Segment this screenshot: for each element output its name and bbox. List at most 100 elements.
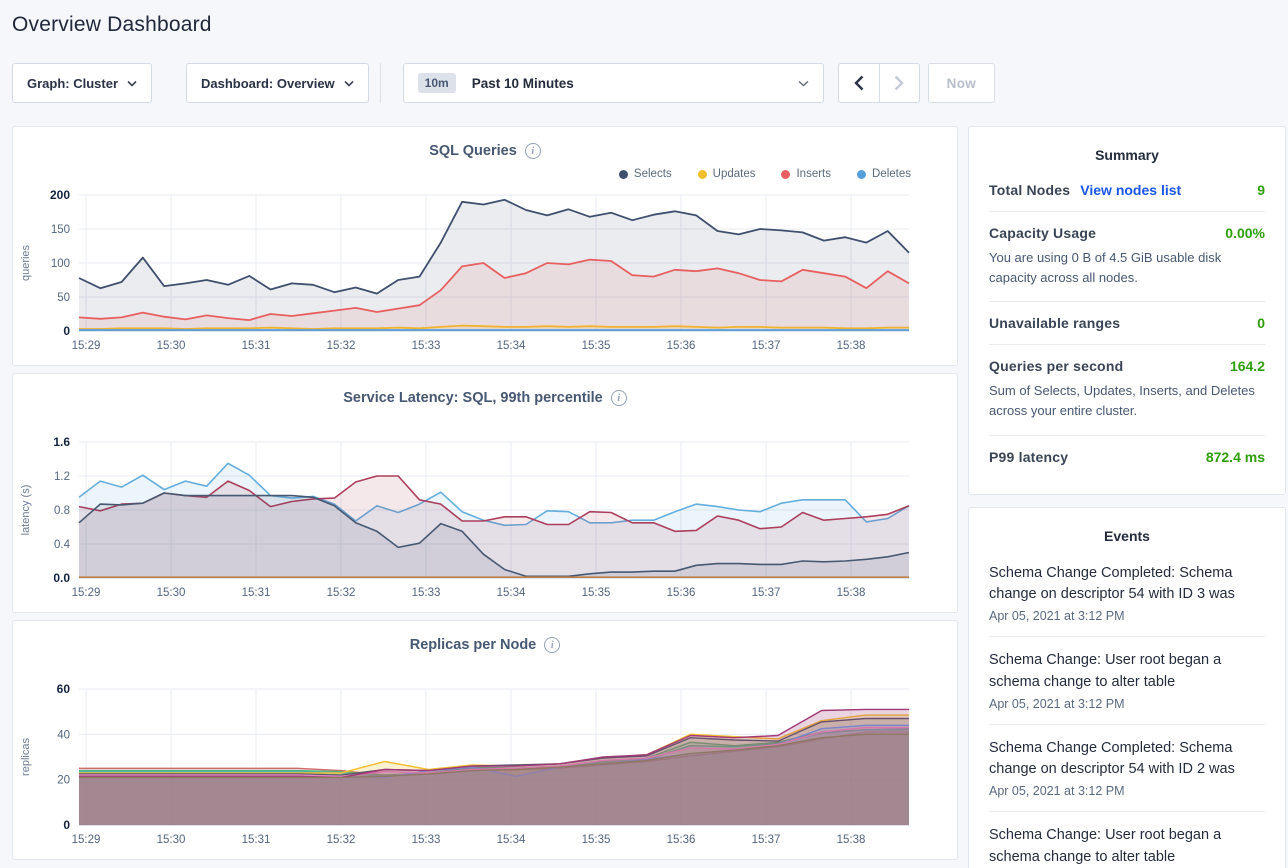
toolbar-divider (380, 63, 381, 103)
event-message[interactable]: Schema Change: User root began a schema … (989, 650, 1265, 694)
replicas-per-node-chart[interactable]: 020406015:2915:3015:3115:3215:3315:3415:… (13, 681, 957, 853)
legend-label: Selects (634, 168, 672, 180)
events-panel: Events Schema Change Completed: Schema c… (968, 507, 1286, 868)
service-latency-chart[interactable]: 0.00.40.81.21.615:2915:3015:3115:3215:33… (13, 434, 957, 606)
p99-latency-value: 872.4 ms (1206, 449, 1265, 465)
dashboard-dropdown[interactable]: Dashboard: Overview (186, 63, 369, 103)
replicas-per-node-chart-card: Replicas per Node i 020406015:2915:3015:… (12, 620, 958, 860)
chart-title: SQL Queries (429, 143, 517, 159)
now-button[interactable]: Now (928, 63, 995, 103)
svg-text:20: 20 (57, 775, 70, 787)
svg-text:15:38: 15:38 (837, 340, 866, 352)
service-latency-chart-card: Service Latency: SQL, 99th percentile i … (12, 373, 958, 613)
svg-text:15:32: 15:32 (327, 834, 356, 846)
capacity-usage-label: Capacity Usage (989, 225, 1096, 241)
svg-text:150: 150 (51, 224, 70, 236)
capacity-usage-value: 0.00% (1225, 225, 1265, 241)
event-timestamp: Apr 05, 2021 at 3:12 PM (989, 784, 1265, 798)
time-range-selector[interactable]: 10m Past 10 Minutes (403, 63, 824, 103)
next-time-button[interactable] (879, 64, 919, 102)
svg-text:15:31: 15:31 (242, 587, 271, 599)
graph-dropdown-label: Graph: Cluster (27, 76, 118, 91)
svg-text:15:35: 15:35 (582, 587, 611, 599)
summary-row-total-nodes: Total Nodes View nodes list 9 (989, 169, 1265, 212)
chart-legend (13, 655, 957, 681)
time-pager (838, 63, 920, 103)
svg-text:1.6: 1.6 (53, 435, 70, 449)
svg-text:15:36: 15:36 (667, 834, 696, 846)
svg-text:queries: queries (20, 244, 32, 281)
legend-item[interactable]: Deletes (857, 168, 911, 180)
svg-text:0.4: 0.4 (54, 539, 71, 551)
prev-time-button[interactable] (839, 64, 879, 102)
content: SQL Queries i Selects Updates Inserts Delet… (12, 126, 1288, 868)
svg-text:15:33: 15:33 (412, 834, 441, 846)
summary-title: Summary (989, 147, 1265, 163)
svg-text:15:35: 15:35 (582, 834, 611, 846)
svg-text:15:38: 15:38 (837, 834, 866, 846)
toolbar: Graph: Cluster Dashboard: Overview 10m P… (12, 63, 1288, 103)
svg-text:15:30: 15:30 (157, 587, 186, 599)
event-item: Schema Change Completed: Schema change o… (989, 725, 1265, 813)
svg-text:15:31: 15:31 (242, 340, 271, 352)
charts-column: SQL Queries i Selects Updates Inserts Delet… (12, 126, 958, 867)
svg-text:15:38: 15:38 (837, 587, 866, 599)
p99-latency-label: P99 latency (989, 449, 1068, 465)
summary-row-unavailable-ranges: Unavailable ranges 0 (989, 302, 1265, 345)
legend-label: Updates (713, 168, 756, 180)
info-icon[interactable]: i (525, 143, 541, 159)
events-title: Events (989, 528, 1265, 544)
legend-item[interactable]: Updates (698, 168, 756, 180)
summary-row-qps: Queries per second 164.2 Sum of Selects,… (989, 345, 1265, 435)
graph-dropdown[interactable]: Graph: Cluster (12, 63, 152, 103)
svg-text:15:36: 15:36 (667, 340, 696, 352)
legend-dot-icon (857, 170, 866, 179)
unavailable-ranges-value: 0 (1257, 315, 1265, 331)
event-timestamp: Apr 05, 2021 at 3:12 PM (989, 609, 1265, 623)
svg-text:50: 50 (57, 292, 70, 304)
events-list: Schema Change Completed: Schema change o… (989, 550, 1265, 868)
legend-label: Inserts (796, 168, 831, 180)
event-message[interactable]: Schema Change: User root began a schema … (989, 825, 1265, 868)
summary-row-capacity: Capacity Usage 0.00% You are using 0 B o… (989, 212, 1265, 302)
chevron-down-icon (127, 80, 137, 87)
svg-text:15:35: 15:35 (582, 340, 611, 352)
chart-legend: Selects Updates Inserts Deletes (13, 161, 957, 187)
svg-text:0: 0 (63, 818, 70, 832)
svg-text:latency (s): latency (s) (20, 485, 32, 536)
svg-text:0.8: 0.8 (54, 505, 70, 517)
chevron-down-icon (798, 80, 809, 87)
svg-text:60: 60 (57, 682, 71, 696)
event-item: Schema Change Completed: Schema change o… (989, 550, 1265, 638)
svg-text:15:29: 15:29 (72, 834, 101, 846)
svg-text:15:37: 15:37 (752, 587, 781, 599)
event-item: Schema Change: User root began a schema … (989, 637, 1265, 725)
legend-item[interactable]: Selects (619, 168, 672, 180)
svg-text:15:37: 15:37 (752, 834, 781, 846)
time-range-label: Past 10 Minutes (472, 76, 574, 91)
dashboard-dropdown-label: Dashboard: Overview (201, 76, 335, 91)
event-message[interactable]: Schema Change Completed: Schema change o… (989, 563, 1265, 607)
svg-text:15:34: 15:34 (497, 587, 526, 599)
summary-panel: Summary Total Nodes View nodes list 9 Ca… (968, 126, 1286, 495)
svg-text:0.0: 0.0 (53, 571, 70, 585)
legend-item[interactable]: Inserts (781, 168, 831, 180)
info-icon[interactable]: i (611, 390, 627, 406)
svg-text:15:33: 15:33 (412, 340, 441, 352)
event-message[interactable]: Schema Change Completed: Schema change o… (989, 738, 1265, 782)
chart-legend (13, 408, 957, 434)
legend-dot-icon (698, 170, 707, 179)
total-nodes-value: 9 (1257, 182, 1265, 198)
view-nodes-list-link[interactable]: View nodes list (1080, 182, 1181, 198)
sql-queries-chart[interactable]: 05010015020015:2915:3015:3115:3215:3315:… (13, 187, 957, 359)
info-icon[interactable]: i (544, 637, 560, 653)
svg-text:15:29: 15:29 (72, 340, 101, 352)
qps-description: Sum of Selects, Updates, Inserts, and De… (989, 381, 1265, 421)
unavailable-ranges-label: Unavailable ranges (989, 315, 1120, 331)
time-range-badge: 10m (418, 73, 456, 93)
legend-dot-icon (781, 170, 790, 179)
qps-value: 164.2 (1230, 358, 1265, 374)
svg-text:15:32: 15:32 (327, 587, 356, 599)
svg-text:15:30: 15:30 (157, 834, 186, 846)
svg-text:replicas: replicas (20, 738, 32, 776)
